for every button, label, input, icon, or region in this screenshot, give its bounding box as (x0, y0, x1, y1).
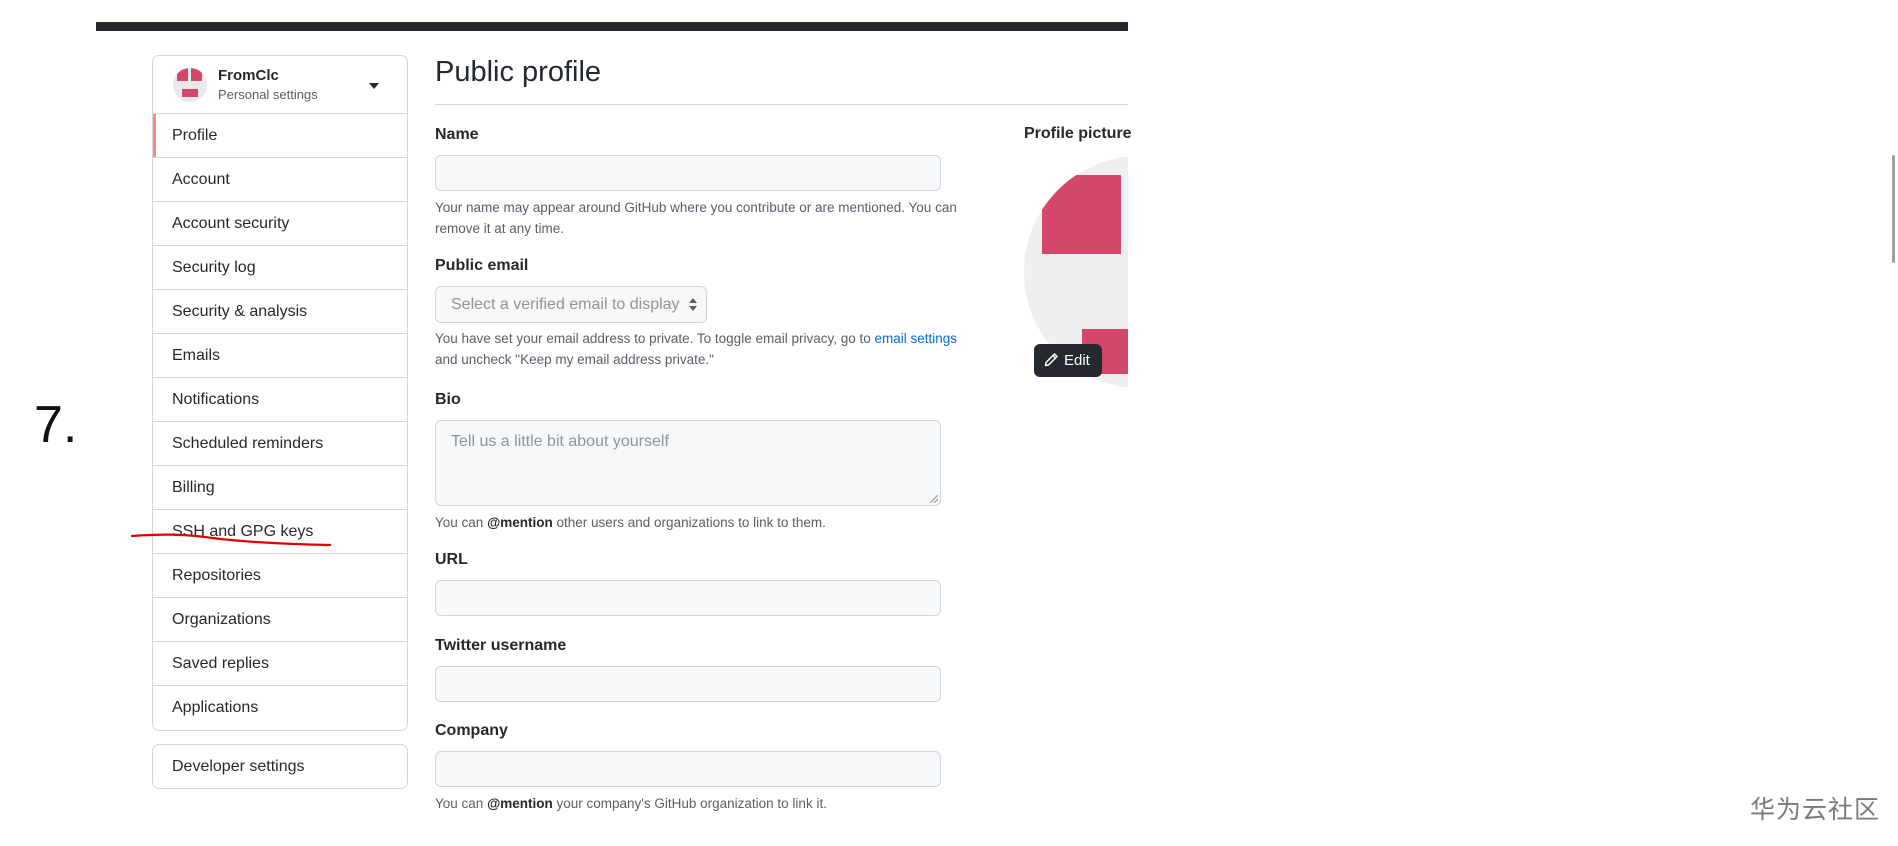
name-field[interactable] (435, 155, 941, 191)
company-note-text: You can (435, 796, 488, 811)
sidebar-item-saved-replies[interactable]: Saved replies (153, 642, 407, 686)
sidebar-item-security-analysis[interactable]: Security & analysis (153, 290, 407, 334)
step-number: 7. (34, 396, 78, 454)
bio-label: Bio (435, 391, 461, 408)
company-note-mention: @mention (487, 796, 553, 811)
edit-profile-picture-button[interactable]: Edit (1034, 344, 1102, 377)
scrollbar-thumb[interactable] (1892, 155, 1895, 263)
sidebar-item-emails[interactable]: Emails (153, 334, 407, 378)
watermark: 华为云社区 (1750, 795, 1881, 824)
bio-note-text: You can (435, 515, 488, 530)
settings-sidebar: FromClc Personal settings Profile Accoun… (152, 55, 408, 731)
email-note-text: You have set your email address to priva… (435, 331, 875, 346)
page: 7. FromClc Personal settings Profile Acc… (0, 0, 1898, 846)
email-settings-link[interactable]: email settings (875, 331, 958, 346)
account-subtitle: Personal settings (218, 87, 318, 102)
avatar (173, 68, 207, 102)
company-field[interactable] (435, 751, 941, 787)
sidebar-item-billing[interactable]: Billing (153, 466, 407, 510)
sidebar-item-security-log[interactable]: Security log (153, 246, 407, 290)
public-email-label: Public email (435, 257, 529, 274)
edit-button-label: Edit (1064, 352, 1090, 369)
sidebar-item-account[interactable]: Account (153, 158, 407, 202)
title-divider (435, 104, 1128, 105)
top-header-bar (96, 22, 1128, 31)
twitter-username-label: Twitter username (435, 637, 567, 654)
sidebar-item-repositories[interactable]: Repositories (153, 554, 407, 598)
name-label: Name (435, 126, 479, 143)
bio-note: You can @mention other users and organiz… (435, 512, 975, 533)
email-note-text-2: and uncheck "Keep my email address priva… (435, 352, 714, 367)
sidebar-item-organizations[interactable]: Organizations (153, 598, 407, 642)
select-arrows-icon (689, 298, 697, 312)
resize-handle-icon[interactable] (930, 495, 938, 503)
sidebar-item-notifications[interactable]: Notifications (153, 378, 407, 422)
bio-note-mention: @mention (487, 515, 553, 530)
sidebar-item-developer-settings[interactable]: Developer settings (152, 744, 408, 789)
sidebar-item-applications[interactable]: Applications (153, 686, 407, 730)
company-note-text-2: your company's GitHub organization to li… (552, 796, 827, 811)
company-label: Company (435, 722, 508, 739)
account-name: FromClc (218, 67, 279, 84)
page-title: Public profile (435, 56, 602, 88)
profile-picture-label: Profile picture (1024, 125, 1132, 142)
public-email-placeholder: Select a verified email to display (451, 296, 680, 313)
company-note: You can @mention your company's GitHub o… (435, 793, 975, 814)
pencil-icon (1044, 353, 1058, 367)
bio-placeholder: Tell us a little bit about yourself (451, 433, 669, 450)
bio-note-text-2: other users and organizations to link to… (552, 515, 826, 530)
public-email-select[interactable]: Select a verified email to display (435, 286, 707, 323)
account-switcher[interactable]: FromClc Personal settings (153, 56, 407, 114)
sidebar-item-scheduled-reminders[interactable]: Scheduled reminders (153, 422, 407, 466)
url-field[interactable] (435, 580, 941, 616)
caret-down-icon[interactable] (369, 83, 379, 89)
twitter-username-field[interactable] (435, 666, 941, 702)
red-underline-annotation (130, 533, 332, 547)
sidebar-item-profile[interactable]: Profile (153, 114, 407, 158)
url-label: URL (435, 551, 468, 568)
bio-textarea[interactable]: Tell us a little bit about yourself (435, 420, 941, 506)
name-note: Your name may appear around GitHub where… (435, 200, 957, 236)
sidebar-item-account-security[interactable]: Account security (153, 202, 407, 246)
public-email-note: You have set your email address to priva… (435, 328, 975, 370)
